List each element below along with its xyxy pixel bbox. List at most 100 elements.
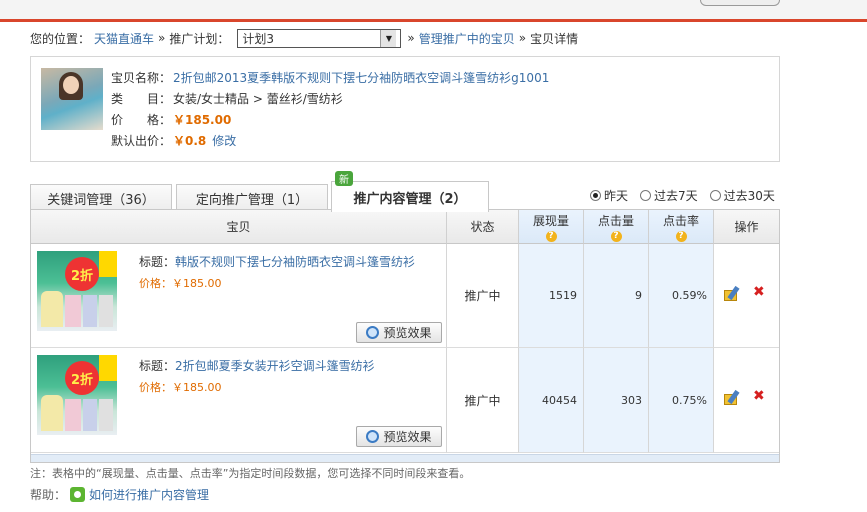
item-name-row: 宝贝名称： 2折包邮2013夏季韩版不规则下摆七分袖防晒衣空调斗篷雪纺衫g100…: [111, 67, 549, 87]
product-price-label: 价格：: [139, 381, 172, 394]
product-image[interactable]: 2折: [37, 355, 117, 435]
help-icon[interactable]: ?: [675, 230, 687, 242]
period-yesterday[interactable]: 昨天: [590, 187, 628, 204]
preview-button[interactable]: 预览效果: [356, 322, 442, 343]
plan-select[interactable]: 计划3 ▼: [237, 28, 402, 48]
image-garment: [83, 399, 97, 431]
product-title-row: 标题：韩版不规则下摆七分袖防晒衣空调斗篷雪纺衫: [139, 253, 415, 270]
image-garment: [99, 295, 113, 327]
impressions-cell: 40454: [519, 348, 584, 453]
table-note: 注：表格中的“展现量、点击量、点击率”为指定时间段数据，您可选择不同时间段来查看…: [30, 467, 471, 480]
delete-icon[interactable]: ✖: [753, 284, 765, 300]
period-30days-label: 过去30天: [723, 189, 775, 203]
new-badge: 新: [335, 171, 353, 186]
item-thumbnail: [41, 68, 103, 130]
breadcrumb-managing-link[interactable]: 管理推广中的宝贝: [419, 30, 515, 47]
chevron-down-icon[interactable]: ▼: [380, 29, 397, 47]
ops-cell: ✖: [714, 348, 779, 453]
header-ops-label: 操作: [734, 220, 759, 234]
image-garment: [41, 291, 63, 327]
magnifier-icon: [366, 326, 380, 339]
delete-icon[interactable]: ✖: [753, 388, 765, 404]
item-bid-label: 默认出价：: [111, 133, 172, 148]
clicks-cell: 9: [584, 244, 649, 348]
ctr-cell: 0.75%: [649, 348, 714, 453]
header-status-label: 状态: [470, 220, 495, 234]
product-price-label: 价格：: [139, 277, 172, 290]
image-garment: [41, 395, 63, 431]
header-impressions: 展现量 ?: [519, 210, 584, 244]
top-button[interactable]: [700, 0, 780, 6]
modify-bid-link[interactable]: 修改: [212, 132, 236, 149]
item-category: 女装/女士精品 > 蕾丝衫/雪纺衫: [173, 91, 343, 106]
magnifier-icon: [366, 430, 380, 443]
help-row: 帮助： 如何进行推广内容管理: [30, 486, 209, 503]
ops-cell: ✖: [714, 244, 779, 348]
edit-icon[interactable]: [724, 285, 742, 302]
product-title-label: 标题：: [139, 255, 176, 269]
header-item-label: 宝贝: [226, 220, 251, 234]
help-link[interactable]: 如何进行推广内容管理: [89, 486, 209, 503]
help-icon[interactable]: ?: [545, 230, 557, 242]
edit-icon[interactable]: [724, 389, 742, 406]
preview-button[interactable]: 预览效果: [356, 426, 442, 447]
product-title-link[interactable]: 2折包邮夏季女装开衫空调斗篷雪纺衫: [175, 359, 375, 373]
product-price-row: 价格：￥185.00: [139, 275, 222, 291]
item-name-label: 宝贝名称：: [111, 70, 172, 85]
item-info-box: 宝贝名称： 2折包邮2013夏季韩版不规则下摆七分袖防晒衣空调斗篷雪纺衫g100…: [30, 56, 780, 162]
breadcrumb-separator: »: [407, 31, 415, 45]
product-price: ￥185.00: [172, 277, 222, 290]
header-ctr-label: 点击率: [662, 213, 699, 228]
product-title-row: 标题：2折包邮夏季女装开衫空调斗篷雪纺衫: [139, 357, 375, 374]
image-corner-tag: [99, 251, 117, 277]
breadcrumb-home-link[interactable]: 天猫直通车: [94, 30, 154, 47]
radio-icon[interactable]: [640, 190, 652, 201]
table-row: 2折 标题：韩版不规则下摆七分袖防晒衣空调斗篷雪纺衫 价格：￥185.00 预览…: [31, 244, 447, 348]
product-image[interactable]: 2折: [37, 251, 117, 331]
radio-selected-icon[interactable]: [590, 190, 601, 201]
table-row: 2折 标题：2折包邮夏季女装开衫空调斗篷雪纺衫 价格：￥185.00 预览效果: [31, 348, 447, 453]
breadcrumb-label: 您的位置：: [30, 31, 91, 46]
period-7days[interactable]: 过去7天: [640, 187, 698, 204]
image-garment: [65, 399, 81, 431]
image-garment: [99, 399, 113, 431]
item-bid-row: 默认出价： ￥0.8 修改: [111, 130, 236, 150]
help-label: 帮助：: [30, 488, 67, 502]
item-name-link[interactable]: 2折包邮2013夏季韩版不规则下摆七分袖防晒衣空调斗篷雪纺衫g1001: [173, 69, 549, 86]
header-ctr: 点击率 ?: [649, 210, 714, 244]
product-price-row: 价格：￥185.00: [139, 379, 222, 395]
image-corner-tag: [99, 355, 117, 381]
item-bid: ￥0.8: [173, 133, 207, 148]
header-clicks-label: 点击量: [597, 213, 634, 228]
breadcrumb-separator: »: [518, 31, 527, 45]
promo-badge: 2折: [65, 361, 99, 395]
radio-icon[interactable]: [709, 190, 721, 201]
header-ops: 操作: [714, 210, 779, 244]
status-cell: 推广中: [447, 348, 519, 453]
clicks-cell: 303: [584, 348, 649, 453]
item-price: ￥185.00: [173, 112, 232, 127]
breadcrumb-separator: »: [158, 31, 166, 45]
tab-content[interactable]: 推广内容管理（2）: [331, 181, 489, 212]
item-price-row: 价 格： ￥185.00: [111, 109, 231, 129]
help-icon: [70, 487, 86, 502]
help-icon[interactable]: ?: [610, 230, 622, 242]
product-title-link[interactable]: 韩版不规则下摆七分袖防晒衣空调斗篷雪纺衫: [175, 255, 415, 269]
status-cell: 推广中: [447, 244, 519, 348]
thumbnail-face: [63, 76, 79, 94]
content-table: 宝贝 状态 展现量 ? 点击量 ? 点击率 ? 操作 2折 标题：韩版不规则下摆…: [30, 209, 780, 463]
ctr-cell: 0.59%: [649, 244, 714, 348]
period-30days[interactable]: 过去30天: [709, 187, 775, 204]
product-price: ￥185.00: [172, 381, 222, 394]
header-impressions-label: 展现量: [532, 213, 569, 228]
impressions-cell: 1519: [519, 244, 584, 348]
image-garment: [83, 295, 97, 327]
tab-keywords[interactable]: 关键词管理（36）: [30, 184, 172, 211]
top-accent-line: [0, 19, 867, 22]
promo-badge: 2折: [65, 257, 99, 291]
header-item: 宝贝: [31, 210, 447, 244]
plan-select-label: 推广计划：: [169, 31, 230, 46]
image-garment: [65, 295, 81, 327]
plan-select-value: 计划3: [242, 31, 275, 46]
tab-targeting[interactable]: 定向推广管理（1）: [176, 184, 328, 211]
